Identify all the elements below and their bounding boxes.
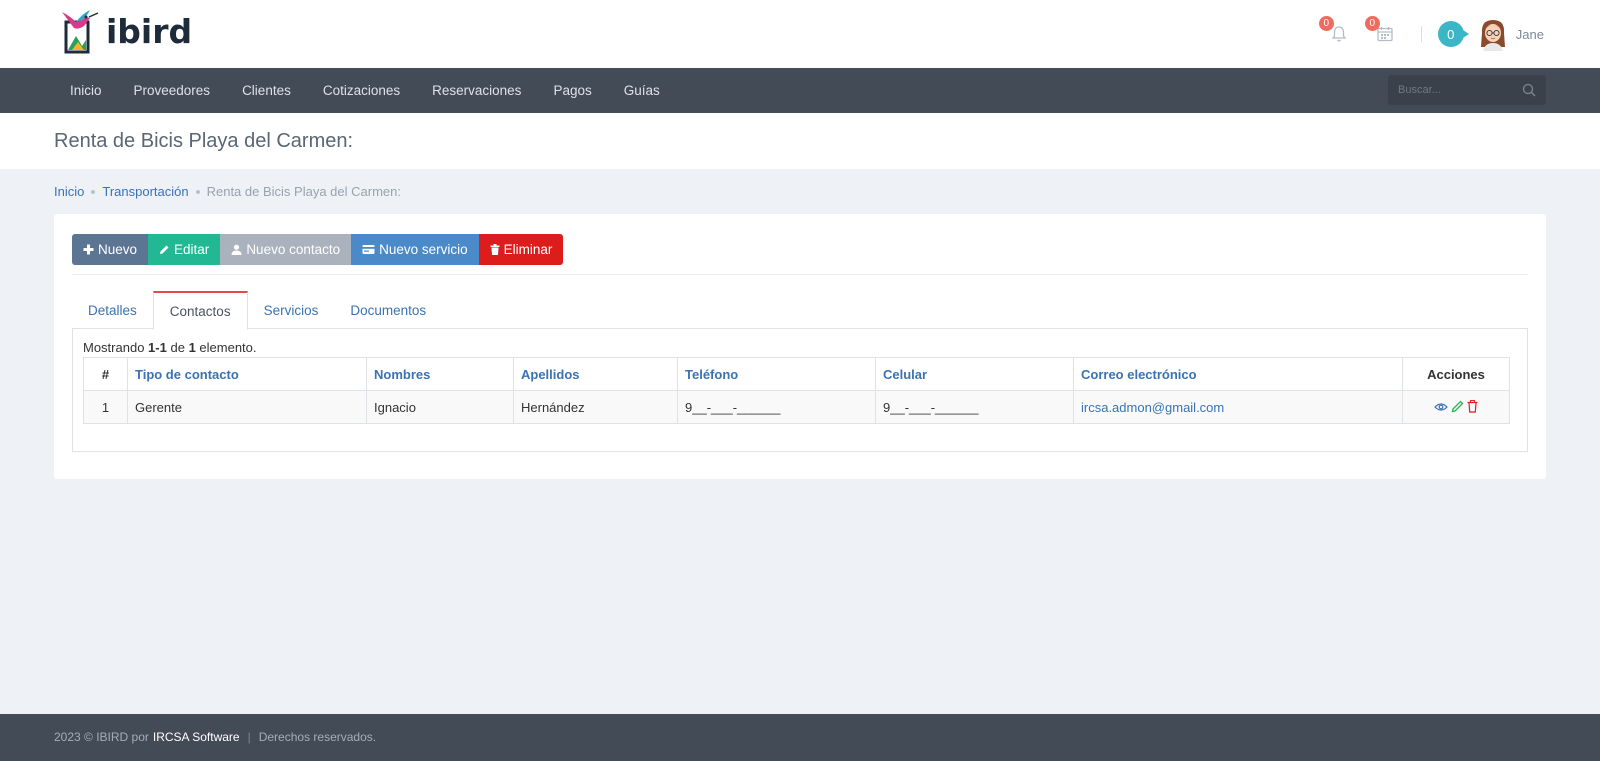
toolbar-divider — [72, 274, 1528, 275]
nav-item-cotizaciones[interactable]: Cotizaciones — [307, 83, 416, 98]
nav-item-proveedores[interactable]: Proveedores — [118, 83, 227, 98]
plus-icon — [83, 244, 94, 255]
summary-prefix: Mostrando — [83, 340, 145, 355]
cell-number: 1 — [83, 390, 128, 424]
notifications-button[interactable]: 0 — [1318, 16, 1353, 48]
username-label[interactable]: Jane — [1516, 27, 1544, 42]
results-summary: Mostrando 1-1 de 1 elemento. — [83, 340, 257, 355]
breadcrumb-current: Renta de Bicis Playa del Carmen: — [206, 184, 401, 199]
calendar-button[interactable]: 0 — [1364, 16, 1399, 48]
nuevo-label: Nuevo — [98, 242, 138, 257]
toolbar: Nuevo Editar Nuevo contacto Nuevo servic… — [72, 234, 564, 265]
page-footer: 2023 © IBIRD por IRCSA Software | Derech… — [0, 714, 1600, 761]
nav-item-pagos[interactable]: Pagos — [537, 83, 607, 98]
breadcrumb-separator — [195, 189, 200, 194]
nuevo-servicio-button[interactable]: Nuevo servicio — [351, 234, 479, 265]
col-acciones: Acciones — [1402, 357, 1510, 391]
main-navbar: Inicio Proveedores Clientes Cotizaciones… — [0, 68, 1600, 113]
breadcrumb-link-inicio[interactable]: Inicio — [54, 184, 84, 199]
breadcrumb-link-transportacion[interactable]: Transportación — [102, 184, 188, 199]
contactos-tab-content: Mostrando 1-1 de 1 elemento. # Tipo de c… — [72, 329, 1528, 452]
brand-logo[interactable]: ibird — [56, 6, 192, 56]
footer-text: 2023 © IBIRD por IRCSA Software | Derech… — [54, 730, 376, 744]
col-apellidos[interactable]: Apellidos — [513, 357, 678, 391]
header-divider — [1420, 26, 1422, 42]
notifications-badge: 0 — [1318, 16, 1334, 31]
nav-item-guias[interactable]: Guías — [608, 83, 676, 98]
cart-count-badge[interactable]: 0 — [1437, 21, 1469, 47]
row-actions — [1434, 400, 1478, 413]
content-panel: Nuevo Editar Nuevo contacto Nuevo servic… — [54, 214, 1546, 479]
col-telefono[interactable]: Teléfono — [677, 357, 876, 391]
email-link[interactable]: ircsa.admon@gmail.com — [1081, 400, 1224, 415]
footer-company-link[interactable]: IRCSA Software — [153, 730, 240, 744]
tab-bar: Detalles Contactos Servicios Documentos — [72, 291, 1528, 330]
table-row: 1 Gerente Ignacio Hernández 9__-___-____… — [83, 390, 1510, 424]
user-avatar[interactable] — [1478, 17, 1508, 51]
tab-contactos[interactable]: Contactos — [152, 291, 248, 330]
nav-item-inicio[interactable]: Inicio — [54, 83, 118, 98]
editar-label: Editar — [174, 242, 210, 257]
header-actions: 0 0 0 Jane — [1307, 16, 1544, 52]
nuevo-button[interactable]: Nuevo — [72, 234, 149, 265]
summary-of: de — [170, 340, 185, 355]
calendar-badge: 0 — [1364, 16, 1380, 31]
tab-documentos[interactable]: Documentos — [334, 291, 442, 329]
cell-acciones — [1402, 390, 1510, 424]
user-icon — [231, 244, 242, 255]
page-title-bar: Renta de Bicis Playa del Carmen: — [0, 113, 1600, 169]
nuevo-servicio-label: Nuevo servicio — [379, 242, 468, 257]
footer-rights: Derechos reservados. — [258, 730, 377, 744]
hummingbird-logo-icon — [56, 6, 104, 56]
nav-item-clientes[interactable]: Clientes — [226, 83, 307, 98]
editar-button[interactable]: Editar — [148, 234, 221, 265]
summary-suffix: elemento. — [199, 340, 257, 355]
breadcrumb: Inicio Transportación Renta de Bicis Pla… — [54, 184, 401, 199]
nav-item-reservaciones[interactable]: Reservaciones — [416, 83, 537, 98]
col-nombres[interactable]: Nombres — [366, 357, 514, 391]
eliminar-label: Eliminar — [503, 242, 553, 257]
col-celular[interactable]: Celular — [875, 357, 1074, 391]
cell-tipo-contacto: Gerente — [127, 390, 367, 424]
search-input[interactable] — [1388, 84, 1508, 96]
nav-search-box — [1388, 75, 1546, 105]
tab-servicios[interactable]: Servicios — [248, 291, 335, 329]
nav-menu: Inicio Proveedores Clientes Cotizaciones… — [54, 68, 676, 113]
cell-apellidos: Hernández — [513, 390, 678, 424]
eye-icon[interactable] — [1434, 402, 1448, 412]
cell-correo: ircsa.admon@gmail.com — [1073, 390, 1403, 424]
page-title: Renta de Bicis Playa del Carmen: — [54, 130, 354, 152]
table-header-row: # Tipo de contacto Nombres Apellidos Tel… — [83, 357, 1510, 391]
breadcrumb-separator — [91, 189, 96, 194]
tab-detalles[interactable]: Detalles — [72, 291, 153, 329]
footer-copyright: 2023 © IBIRD por — [54, 730, 149, 744]
logo-text: ibird — [106, 11, 193, 51]
nuevo-contacto-button[interactable]: Nuevo contacto — [220, 234, 352, 265]
col-number: # — [83, 357, 128, 391]
nuevo-contacto-label: Nuevo contacto — [246, 242, 341, 257]
col-correo[interactable]: Correo electrónico — [1073, 357, 1403, 391]
trash-icon[interactable] — [1467, 400, 1478, 413]
trash-icon — [490, 244, 500, 255]
top-header: ibird 0 0 0 Jane — [0, 0, 1600, 68]
pencil-icon — [160, 245, 169, 254]
summary-total: 1 — [188, 340, 196, 355]
footer-separator: | — [247, 730, 251, 744]
card-icon — [362, 245, 375, 254]
col-tipo-contacto[interactable]: Tipo de contacto — [127, 357, 367, 391]
contacts-table: # Tipo de contacto Nombres Apellidos Tel… — [83, 357, 1510, 424]
search-icon[interactable] — [1522, 83, 1536, 100]
cell-celular: 9__-___-______ — [875, 390, 1074, 424]
cell-telefono: 9__-___-______ — [677, 390, 876, 424]
eliminar-button[interactable]: Eliminar — [478, 234, 564, 265]
cell-nombres: Ignacio — [366, 390, 514, 424]
pencil-icon[interactable] — [1451, 400, 1464, 413]
summary-range: 1-1 — [148, 340, 167, 355]
